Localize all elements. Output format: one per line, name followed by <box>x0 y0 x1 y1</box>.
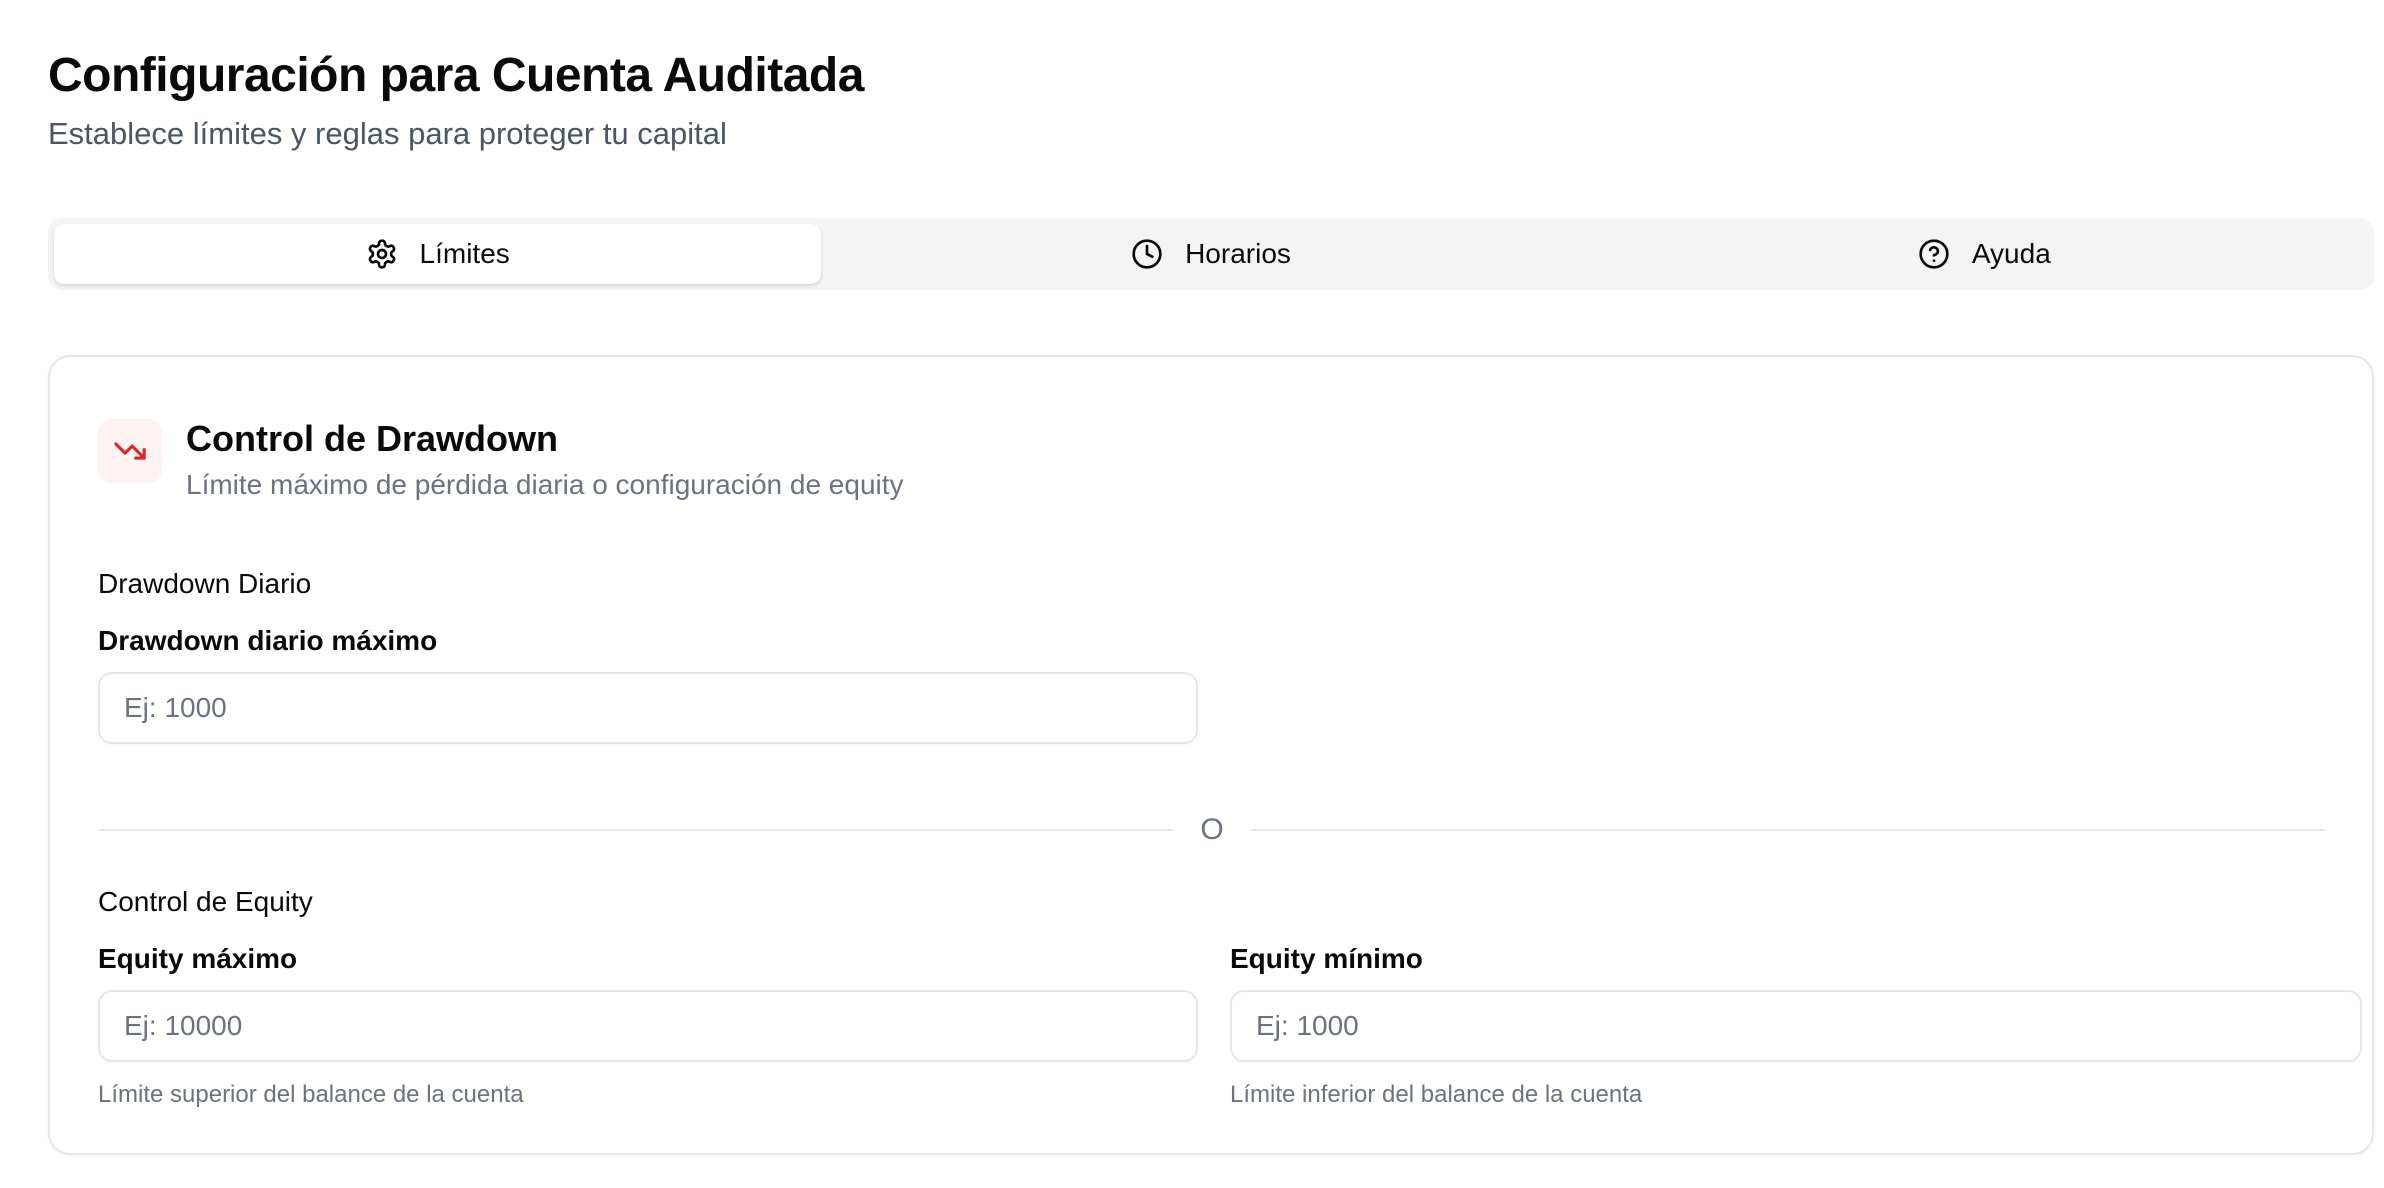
drawdown-field-label: Drawdown diario máximo <box>98 625 438 656</box>
tab-label: Ayuda <box>1971 238 2051 269</box>
drawdown-section-label: Drawdown Diario <box>98 568 312 599</box>
equity-min-input[interactable] <box>1230 990 2362 1062</box>
card-description: Límite máximo de pérdida diaria o config… <box>186 469 904 500</box>
config-page: Configuración para Cuenta Auditada Estab… <box>0 0 2384 1188</box>
equity-section-label: Control de Equity <box>98 886 313 917</box>
equity-min-helper: Límite inferior del balance de la cuenta <box>1230 1081 1643 1108</box>
drawdown-input[interactable] <box>98 672 1198 744</box>
divider-text: O <box>1200 813 1224 846</box>
trending-down-icon <box>98 419 162 483</box>
card-header: Control de Drawdown Límite máximo de pér… <box>98 419 904 503</box>
card-title: Control de Drawdown <box>186 418 558 459</box>
page-subtitle: Establece límites y reglas para proteger… <box>48 116 727 151</box>
equity-min-label: Equity mínimo <box>1230 943 1423 974</box>
help-circle-icon <box>1918 238 1950 270</box>
tab-label: Límites <box>419 238 510 269</box>
gear-icon <box>366 238 398 270</box>
equity-max-helper: Límite superior del balance de la cuenta <box>98 1081 524 1108</box>
tab-ayuda[interactable]: Ayuda <box>1601 224 2368 284</box>
tab-label: Horarios <box>1185 238 1291 269</box>
tabs-list: Límites Horarios Ayuda <box>48 218 2374 290</box>
divider-line-left <box>98 829 1175 831</box>
page-title: Configuración para Cuenta Auditada <box>48 49 864 102</box>
or-divider: O <box>98 810 2326 850</box>
clock-icon <box>1131 238 1163 270</box>
tab-limites[interactable]: Límites <box>54 224 822 284</box>
equity-max-label: Equity máximo <box>98 943 298 974</box>
divider-line-right <box>1249 829 2326 831</box>
card-header-text: Control de Drawdown Límite máximo de pér… <box>186 419 904 503</box>
equity-max-input[interactable] <box>98 990 1198 1062</box>
tab-horarios[interactable]: Horarios <box>827 224 1594 284</box>
drawdown-card: Control de Drawdown Límite máximo de pér… <box>48 355 2374 1155</box>
